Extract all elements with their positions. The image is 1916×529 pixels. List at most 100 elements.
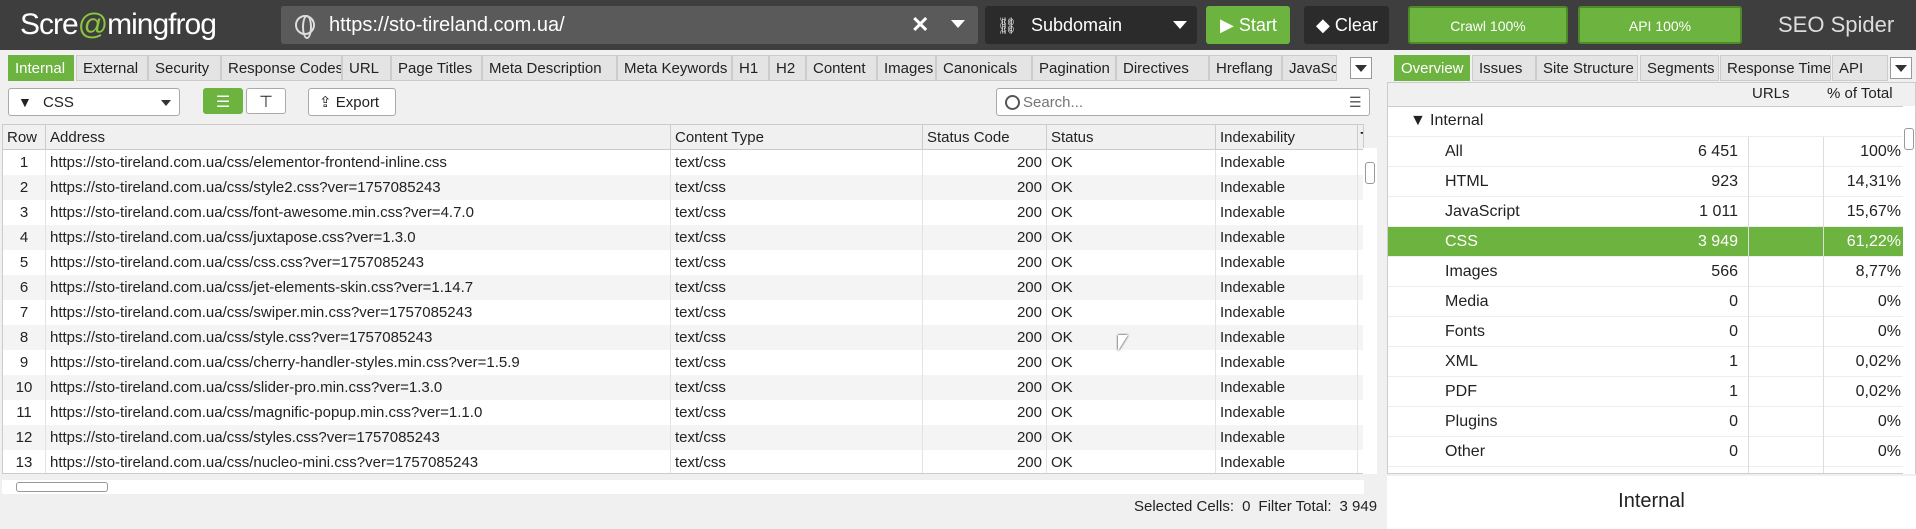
add-column-icon[interactable]: +: [1360, 125, 1363, 143]
tab-issues[interactable]: Issues: [1472, 55, 1536, 81]
tab-response-times[interactable]: Response Times: [1720, 55, 1831, 81]
tree-view-button[interactable]: ⊤: [246, 88, 286, 114]
table-row[interactable]: 8 https://sto-tireland.com.ua/css/style.c…: [3, 325, 1363, 350]
overview-group-row[interactable]: ▼ Internal: [1388, 107, 1903, 137]
tab-meta-keywords[interactable]: Meta Keywords: [617, 55, 732, 81]
column-header-content-type[interactable]: Content Type: [671, 125, 923, 150]
overview-row-pct: 0%: [1877, 293, 1901, 310]
overview-row-xml[interactable]: XML 1 0,02%: [1388, 347, 1903, 377]
tab-segments[interactable]: Segments: [1640, 55, 1719, 81]
tab-javascr[interactable]: JavaScr: [1282, 55, 1337, 81]
cell-status: OK: [1047, 450, 1216, 473]
overview-row-pdf[interactable]: PDF 1 0,02%: [1388, 377, 1903, 407]
cell-row: 1: [3, 150, 46, 175]
more-tabs-dropdown-icon[interactable]: [1890, 57, 1912, 79]
cell-address: https://sto-tireland.com.ua/css/font-awe…: [46, 200, 671, 225]
collapse-icon[interactable]: ▼: [1410, 112, 1426, 130]
url-history-dropdown-icon[interactable]: [951, 20, 965, 28]
top-toolbar: Scre@mingfrog https://sto-tireland.com.u…: [0, 0, 1916, 50]
tab-url[interactable]: URL: [342, 55, 391, 81]
tab-overview[interactable]: Overview: [1394, 55, 1470, 81]
table-row[interactable]: 1 https://sto-tireland.com.ua/css/element…: [3, 150, 1363, 175]
overview-row-media[interactable]: Media 0 0%: [1388, 287, 1903, 317]
overview-scrollbar[interactable]: [1903, 106, 1915, 474]
cell-row: 2: [3, 175, 46, 200]
tab-pagination[interactable]: Pagination: [1032, 55, 1116, 81]
tab-h1[interactable]: H1: [732, 55, 769, 81]
column-header-indexability[interactable]: Indexability: [1216, 125, 1358, 150]
cell-content-type: text/css: [671, 250, 923, 275]
tab-content[interactable]: Content: [806, 55, 877, 81]
cell-address: https://sto-tireland.com.ua/css/jet-elem…: [46, 275, 671, 300]
table-row[interactable]: 9 https://sto-tireland.com.ua/css/cherry-…: [3, 350, 1363, 375]
tab-meta-description[interactable]: Meta Description: [482, 55, 617, 81]
table-row[interactable]: 12 https://sto-tireland.com.ua/css/styles…: [3, 425, 1363, 450]
overview-row-urls: 1 011: [1699, 203, 1738, 220]
more-tabs-dropdown-icon[interactable]: [1350, 57, 1372, 79]
search-box[interactable]: ☰: [996, 88, 1370, 116]
cell-indexability: Indexable: [1216, 400, 1358, 425]
cell-content-type: text/css: [671, 225, 923, 250]
table-row[interactable]: 7 https://sto-tireland.com.ua/css/swiper.…: [3, 300, 1363, 325]
overview-row-images[interactable]: Images 566 8,77%: [1388, 257, 1903, 287]
url-input[interactable]: https://sto-tireland.com.ua/ ✕: [281, 6, 978, 44]
export-button[interactable]: ⇪ Export: [308, 88, 396, 116]
tab-canonicals[interactable]: Canonicals: [936, 55, 1032, 81]
cell-content-type: text/css: [671, 275, 923, 300]
table-row[interactable]: 11 https://sto-tireland.com.ua/css/magnif…: [3, 400, 1363, 425]
overview-row-pct: 0%: [1877, 443, 1901, 460]
clear-url-icon[interactable]: ✕: [911, 12, 929, 38]
tab-external[interactable]: External: [76, 55, 148, 81]
column-header-address[interactable]: Address: [46, 125, 671, 150]
overview-row-html[interactable]: HTML 923 14,31%: [1388, 167, 1903, 197]
column-header-status-code[interactable]: Status Code: [923, 125, 1047, 150]
overview-row-pct: 0,02%: [1855, 353, 1901, 370]
tab-internal[interactable]: Internal: [8, 55, 74, 81]
clear-button[interactable]: ◆ Clear: [1304, 6, 1389, 44]
list-view-button[interactable]: ☰: [203, 88, 243, 114]
overview-row-other[interactable]: Other 0 0%: [1388, 437, 1903, 467]
tab-response-codes[interactable]: Response Codes: [221, 55, 342, 81]
overview-row-plugins[interactable]: Plugins 0 0%: [1388, 407, 1903, 437]
tab-site-structure[interactable]: Site Structure: [1536, 55, 1638, 81]
tab-security[interactable]: Security: [148, 55, 221, 81]
table-row[interactable]: 3 https://sto-tireland.com.ua/css/font-aw…: [3, 200, 1363, 225]
overview-row-css[interactable]: CSS 3 949 61,22%: [1388, 227, 1903, 257]
table-vertical-scrollbar[interactable]: [1363, 148, 1377, 474]
tab-page-titles[interactable]: Page Titles: [391, 55, 482, 81]
crawl-mode-select[interactable]: ⛓ Subdomain: [985, 6, 1197, 44]
column-header-row[interactable]: Row: [3, 125, 46, 150]
table-row[interactable]: 6 https://sto-tireland.com.ua/css/jet-ele…: [3, 275, 1363, 300]
chevron-down-icon: [1173, 21, 1187, 29]
search-input[interactable]: [1023, 92, 1323, 112]
cell-row: 3: [3, 200, 46, 225]
cell-status: OK: [1047, 375, 1216, 400]
tab-api[interactable]: API: [1832, 55, 1888, 81]
table-row[interactable]: 2 https://sto-tireland.com.ua/css/style2.…: [3, 175, 1363, 200]
overview-row-name: JavaScript: [1445, 203, 1520, 220]
table-row[interactable]: 4 https://sto-tireland.com.ua/css/juxtapo…: [3, 225, 1363, 250]
tree-icon: ⊤: [259, 94, 273, 111]
overview-row-javascript[interactable]: JavaScript 1 011 15,67%: [1388, 197, 1903, 227]
cell-row: 7: [3, 300, 46, 325]
overview-row-urls: 923: [1711, 173, 1738, 190]
table-row[interactable]: 5 https://sto-tireland.com.ua/css/css.css…: [3, 250, 1363, 275]
table-row[interactable]: 10 https://sto-tireland.com.ua/css/slider…: [3, 375, 1363, 400]
column-header-status[interactable]: Status: [1047, 125, 1216, 150]
tab-images[interactable]: Images: [877, 55, 936, 81]
tab-directives[interactable]: Directives: [1116, 55, 1209, 81]
filter-value: CSS: [43, 94, 74, 111]
overview-row-name: Media: [1445, 293, 1489, 310]
overview-row-unknown[interactable]: Unknown 0 0%: [1388, 467, 1903, 473]
overview-row-all[interactable]: All 6 451 100%: [1388, 137, 1903, 167]
overview-row-urls: 3 949: [1697, 233, 1738, 250]
overview-row-fonts[interactable]: Fonts 0 0%: [1388, 317, 1903, 347]
table-horizontal-scrollbar[interactable]: [2, 480, 1364, 494]
start-button[interactable]: ▶ Start: [1206, 6, 1290, 44]
sitemap-icon: ⛓: [997, 18, 1018, 35]
search-options-icon[interactable]: ☰: [1349, 94, 1362, 111]
tab-hreflang[interactable]: Hreflang: [1209, 55, 1282, 81]
table-row[interactable]: 13 https://sto-tireland.com.ua/css/nucleo…: [3, 450, 1363, 473]
tab-h2[interactable]: H2: [769, 55, 806, 81]
filter-select[interactable]: ▼ CSS: [8, 88, 180, 116]
